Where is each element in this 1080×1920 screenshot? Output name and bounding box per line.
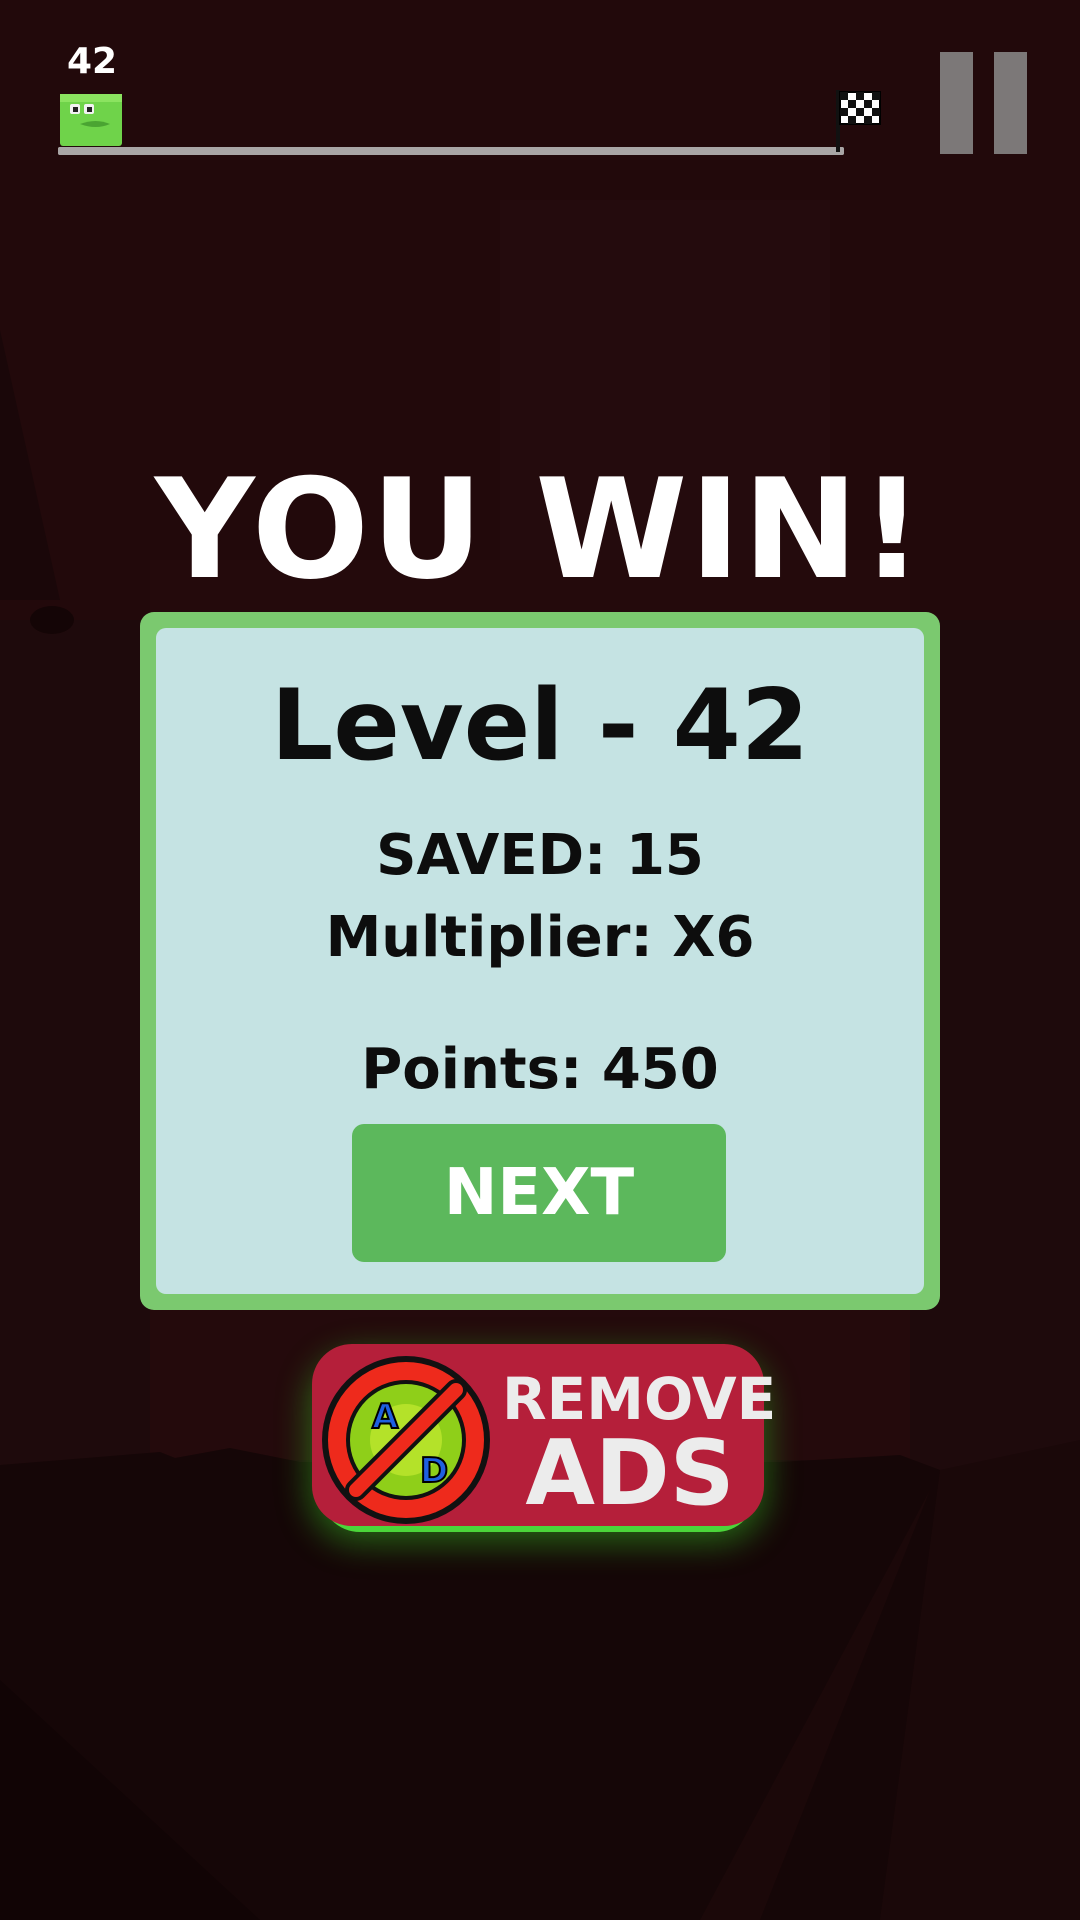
level-heading: Level - 42: [270, 669, 810, 783]
points-total: Points: 450: [361, 1037, 719, 1102]
result-panel: Level - 42 SAVED: 15 Multiplier: X6 Poin…: [140, 612, 940, 1310]
level-progress-fill: [58, 147, 844, 155]
no-ads-letter-a: A: [372, 1397, 399, 1437]
remove-ads-label-line2: ADS: [525, 1421, 735, 1526]
remove-ads-button[interactable]: A D REMOVE ADS: [312, 1342, 776, 1538]
pause-icon-bar: [994, 52, 1027, 154]
level-progress-bar: [58, 147, 844, 155]
pause-icon: [940, 52, 973, 154]
multiplier-value: Multiplier: X6: [325, 905, 755, 970]
pause-button[interactable]: [936, 52, 1028, 156]
green-block-character-icon: [60, 94, 122, 146]
win-title: YOU WIN!: [154, 449, 926, 610]
next-button[interactable]: NEXT: [352, 1124, 726, 1262]
checkered-flag-icon: [836, 90, 881, 152]
current-level-number: 42: [66, 41, 118, 82]
result-panel-body: Level - 42 SAVED: 15 Multiplier: X6 Poin…: [156, 628, 924, 1294]
no-ads-letter-d: D: [420, 1451, 448, 1491]
no-ads-icon: A D: [322, 1356, 490, 1524]
saved-count: SAVED: 15: [376, 823, 704, 888]
